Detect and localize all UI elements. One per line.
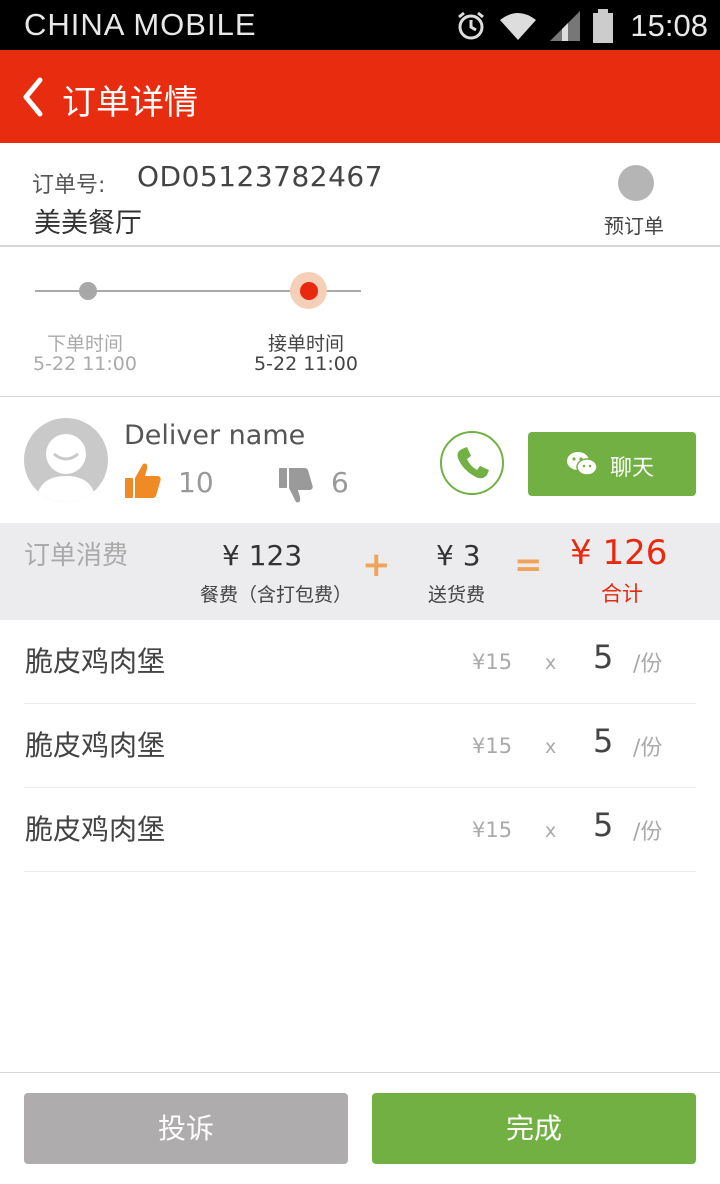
wechat-icon <box>567 452 598 476</box>
total-amount: ¥ 126 <box>570 533 668 573</box>
page-title: 订单详情 <box>62 83 198 123</box>
dislike-count: 6 <box>331 466 349 499</box>
deliverer-card: Deliver name 10 6 聊天 <box>0 398 720 523</box>
order-number-label: 订单号: <box>32 173 106 198</box>
clock: 15:08 <box>630 8 708 43</box>
item-price: ¥15 <box>472 818 513 842</box>
item-multiply: x <box>545 820 557 842</box>
app-header: 订单详情 <box>0 50 720 143</box>
shop-name: 美美餐厅 <box>34 208 142 239</box>
complain-button[interactable]: 投诉 <box>24 1093 348 1164</box>
item-unit: /份 <box>633 820 663 845</box>
list-item: 脆皮鸡肉堡 ¥15 x 5 /份 <box>24 620 696 704</box>
item-quantity: 5 <box>593 722 614 760</box>
timeline-placed-time: 5-22 11:00 <box>33 353 137 375</box>
item-unit: /份 <box>633 652 663 677</box>
timeline-dot-accepted <box>300 282 318 300</box>
back-arrow-icon[interactable] <box>18 74 58 120</box>
battery-icon <box>593 9 614 43</box>
preorder-indicator-icon <box>618 165 654 201</box>
order-info: 订单号: OD05123782467 美美餐厅 预订单 <box>0 143 720 247</box>
chat-button-label: 聊天 <box>610 456 655 481</box>
user-avatar-icon <box>36 434 96 502</box>
deliverer-name: Deliver name <box>124 420 306 451</box>
list-item: 脆皮鸡肉堡 ¥15 x 5 /份 <box>24 704 696 788</box>
total-label: 合计 <box>601 582 643 606</box>
carrier-name: CHINA MOBILE <box>24 7 257 42</box>
timeline-accepted-time: 5-22 11:00 <box>254 353 358 375</box>
avatar <box>24 418 108 502</box>
meal-label: 餐费（含打包费） <box>200 584 353 606</box>
preorder-label: 预订单 <box>604 214 664 238</box>
cost-summary: 订单消费 ¥ 123 餐费（含打包费） + ¥ 3 送货费 = ¥ 126 合计 <box>0 523 720 620</box>
item-multiply: x <box>545 652 557 674</box>
phone-icon <box>457 447 489 479</box>
timeline-dot-placed <box>79 282 97 300</box>
call-button[interactable] <box>440 431 504 495</box>
order-timeline: 下单时间 5-22 11:00 接单时间 5-22 11:00 <box>0 247 720 397</box>
item-price: ¥15 <box>472 650 513 674</box>
delivery-fee-amount: ¥ 3 <box>436 539 481 572</box>
status-bar: CHINA MOBILE 15:08 <box>0 0 720 50</box>
status-icons: 15:08 <box>454 6 708 46</box>
item-name: 脆皮鸡肉堡 <box>25 813 166 846</box>
item-name: 脆皮鸡肉堡 <box>25 729 166 762</box>
timeline-accepted-label: 接单时间 <box>267 333 344 355</box>
chat-button[interactable]: 聊天 <box>528 432 696 496</box>
meal-amount: ¥ 123 <box>222 539 303 572</box>
complete-button[interactable]: 完成 <box>372 1093 696 1164</box>
item-name: 脆皮鸡肉堡 <box>25 645 166 678</box>
list-item: 脆皮鸡肉堡 ¥15 x 5 /份 <box>24 788 696 872</box>
item-unit: /份 <box>633 736 663 761</box>
timeline-placed-label: 下单时间 <box>46 333 123 355</box>
item-quantity: 5 <box>593 638 614 676</box>
item-multiply: x <box>545 736 557 758</box>
plus-sign: + <box>362 545 391 585</box>
thumbs-up-icon <box>125 463 161 498</box>
alarm-icon <box>458 11 485 40</box>
like-count: 10 <box>178 466 214 499</box>
thumbs-down-icon <box>279 468 313 503</box>
item-price: ¥15 <box>472 734 513 758</box>
wifi-icon <box>500 13 537 40</box>
delivery-fee-label: 送货费 <box>428 584 486 606</box>
equals-sign: = <box>514 545 543 585</box>
footer-actions: 投诉 完成 <box>0 1072 720 1184</box>
item-list: 脆皮鸡肉堡 ¥15 x 5 /份 脆皮鸡肉堡 ¥15 x 5 /份 脆皮鸡肉堡 … <box>24 620 696 872</box>
order-number: OD05123782467 <box>137 160 384 193</box>
cost-title: 订单消费 <box>24 541 129 571</box>
signal-icon <box>550 11 581 41</box>
item-quantity: 5 <box>593 806 614 844</box>
